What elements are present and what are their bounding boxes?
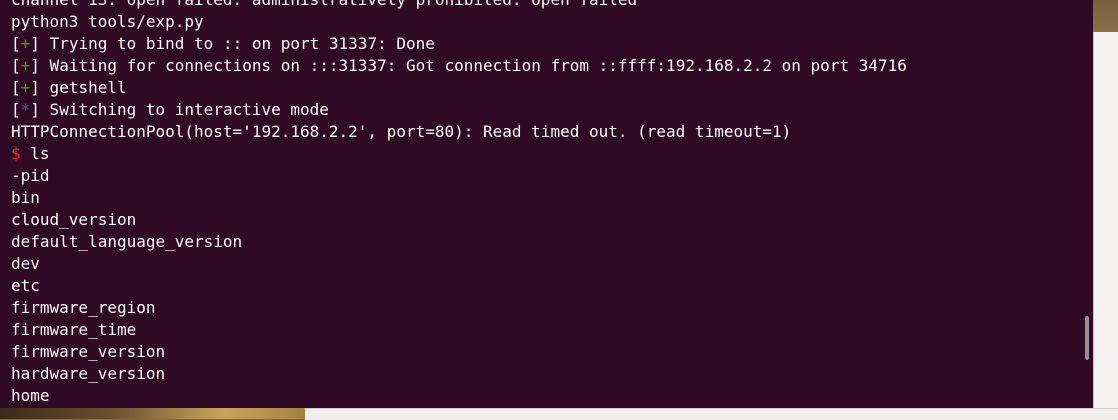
terminal-output: channel 13: open failed: administrativel… (11, 0, 907, 407)
output-line: [+] Trying to bind to :: on port 31337: … (11, 33, 907, 55)
bracket: ] (30, 56, 40, 75)
file-entry: firmware_region (11, 298, 156, 317)
success-mark: + (20, 78, 31, 97)
file-entry: default_language_version (11, 232, 243, 251)
output-line: HTTPConnectionPool(host='192.168.2.2', p… (11, 122, 792, 141)
info-mark: * (20, 100, 31, 119)
file-entry: cloud_version (11, 210, 137, 229)
file-entry: bin (11, 188, 40, 207)
bracket: [ (11, 56, 21, 75)
prompt-line: $ ls (11, 143, 907, 165)
scrollbar-thumb[interactable] (1085, 316, 1089, 360)
bracket: ] (30, 34, 40, 53)
bottom-panel (305, 408, 1118, 420)
bracket: ] (30, 100, 40, 119)
prompt-symbol: $ (11, 144, 21, 163)
bracket: ] (30, 78, 40, 97)
terminal-window[interactable]: channel 13: open failed: administrativel… (0, 0, 1093, 408)
output-line: channel 13: open failed: administrativel… (11, 0, 907, 11)
output-text: getshell (39, 78, 127, 97)
output-line: [+] getshell (11, 77, 907, 99)
file-entry: etc (11, 276, 40, 295)
file-entry: firmware_version (11, 342, 166, 361)
side-panel (1093, 32, 1118, 408)
bracket: [ (11, 34, 21, 53)
output-line: [*] Switching to interactive mode (11, 99, 907, 121)
file-entry: -pid (11, 166, 50, 185)
output-text: Waiting for connections on :::31337: Got… (39, 56, 907, 75)
success-mark: + (20, 56, 31, 75)
bracket: [ (11, 100, 21, 119)
output-text: Trying to bind to :: on port 31337: Done (39, 34, 435, 53)
file-entry: firmware_time (11, 320, 137, 339)
bracket: [ (11, 78, 21, 97)
file-entry: hardware_version (11, 364, 166, 383)
success-mark: + (20, 34, 31, 53)
prompt-command: ls (20, 144, 50, 163)
output-line: [+] Waiting for connections on :::31337:… (11, 55, 907, 77)
file-entry: home (11, 386, 50, 405)
file-entry: dev (11, 254, 40, 273)
output-line: python3 tools/exp.py (11, 12, 204, 31)
output-text: Switching to interactive mode (39, 100, 329, 119)
